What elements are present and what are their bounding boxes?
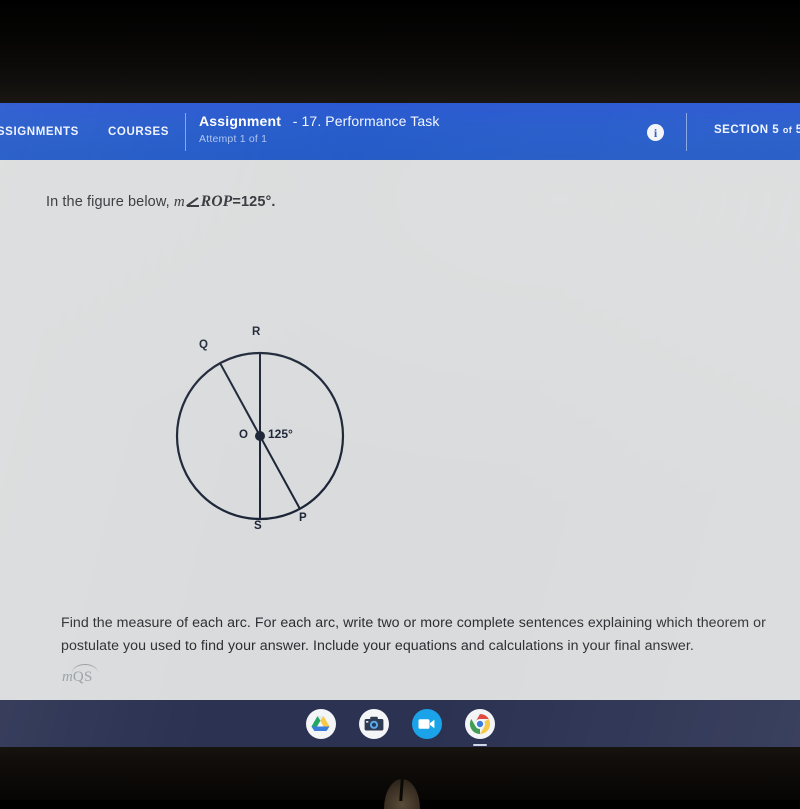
point-label-P: P bbox=[299, 512, 307, 524]
section-suffix: 5 bbox=[795, 124, 800, 136]
nav-divider-right bbox=[686, 113, 687, 151]
circle-figure: Q R S P O 125° bbox=[160, 318, 360, 548]
camera-icon-svg bbox=[364, 716, 383, 730]
assignment-attempt-label: Attempt 1 of 1 bbox=[199, 133, 268, 145]
assignment-title-row: Assignment - 17. Performance Task bbox=[199, 112, 619, 130]
point-label-Q: Q bbox=[199, 339, 208, 351]
section-of: of bbox=[782, 125, 793, 135]
question-angle-value: 125° bbox=[240, 194, 272, 210]
question-content-area: In the figure below, m ROP=125°. Q R S P… bbox=[0, 160, 800, 747]
nav-item-assignments[interactable]: ASSIGNMENTS bbox=[0, 103, 79, 160]
answer-stub-arc-wrap: QS bbox=[71, 664, 98, 686]
meet-video-icon[interactable] bbox=[411, 708, 442, 739]
camera-icon[interactable] bbox=[358, 708, 389, 739]
point-label-S: S bbox=[254, 520, 262, 532]
os-shelf-icons bbox=[0, 700, 800, 747]
section-prefix: SECTION 5 bbox=[714, 124, 783, 136]
point-label-R: R bbox=[252, 326, 261, 338]
info-icon[interactable]: i bbox=[647, 124, 664, 141]
section-indicator: SECTION 5 of 5 bbox=[714, 124, 800, 136]
center-label-O: O bbox=[239, 429, 248, 441]
nav-item-assignments-label: ASSIGNMENTS bbox=[0, 125, 79, 138]
question-period: . bbox=[271, 194, 276, 210]
arc-overline-icon bbox=[71, 664, 98, 673]
answer-arc-stub: m QS bbox=[62, 664, 182, 694]
circle-figure-svg bbox=[175, 351, 345, 521]
chrome-active-indicator bbox=[472, 743, 487, 746]
angle-icon bbox=[186, 196, 200, 207]
laptop-bezel-top bbox=[0, 0, 800, 103]
question-m-symbol: m bbox=[173, 194, 185, 210]
assignment-subtitle: - 17. Performance Task bbox=[292, 113, 440, 129]
google-drive-icon-svg bbox=[311, 716, 330, 731]
chrome-icon-svg bbox=[469, 713, 490, 734]
nav-item-courses[interactable]: COURSES bbox=[108, 103, 169, 160]
chrome-icon[interactable] bbox=[464, 708, 495, 746]
meet-video-icon-svg bbox=[418, 718, 435, 729]
angle-measure-label: 125° bbox=[268, 427, 293, 441]
question-lead-text: In the figure below, bbox=[46, 194, 174, 210]
instructions-text: Find the measure of each arc. For each a… bbox=[61, 615, 766, 654]
app-top-navigation-bar: ASSIGNMENTS COURSES Assignment - 17. Per… bbox=[0, 103, 800, 160]
google-drive-icon[interactable] bbox=[305, 708, 336, 739]
laptop-photo-frame: ASSIGNMENTS COURSES Assignment - 17. Per… bbox=[0, 0, 800, 809]
assignment-title-block: Assignment - 17. Performance Task Attemp… bbox=[199, 112, 619, 145]
question-angle-name: ROP bbox=[200, 193, 233, 210]
question-equals: = bbox=[232, 194, 241, 210]
center-point-O bbox=[255, 431, 265, 441]
nav-divider-left bbox=[185, 113, 186, 151]
assignment-word: Assignment bbox=[199, 113, 282, 129]
question-prompt: In the figure below, m ROP=125°. bbox=[46, 193, 276, 211]
laptop-screen: ASSIGNMENTS COURSES Assignment - 17. Per… bbox=[0, 103, 800, 747]
info-icon-glyph: i bbox=[653, 125, 658, 140]
nav-item-courses-label: COURSES bbox=[108, 125, 170, 138]
